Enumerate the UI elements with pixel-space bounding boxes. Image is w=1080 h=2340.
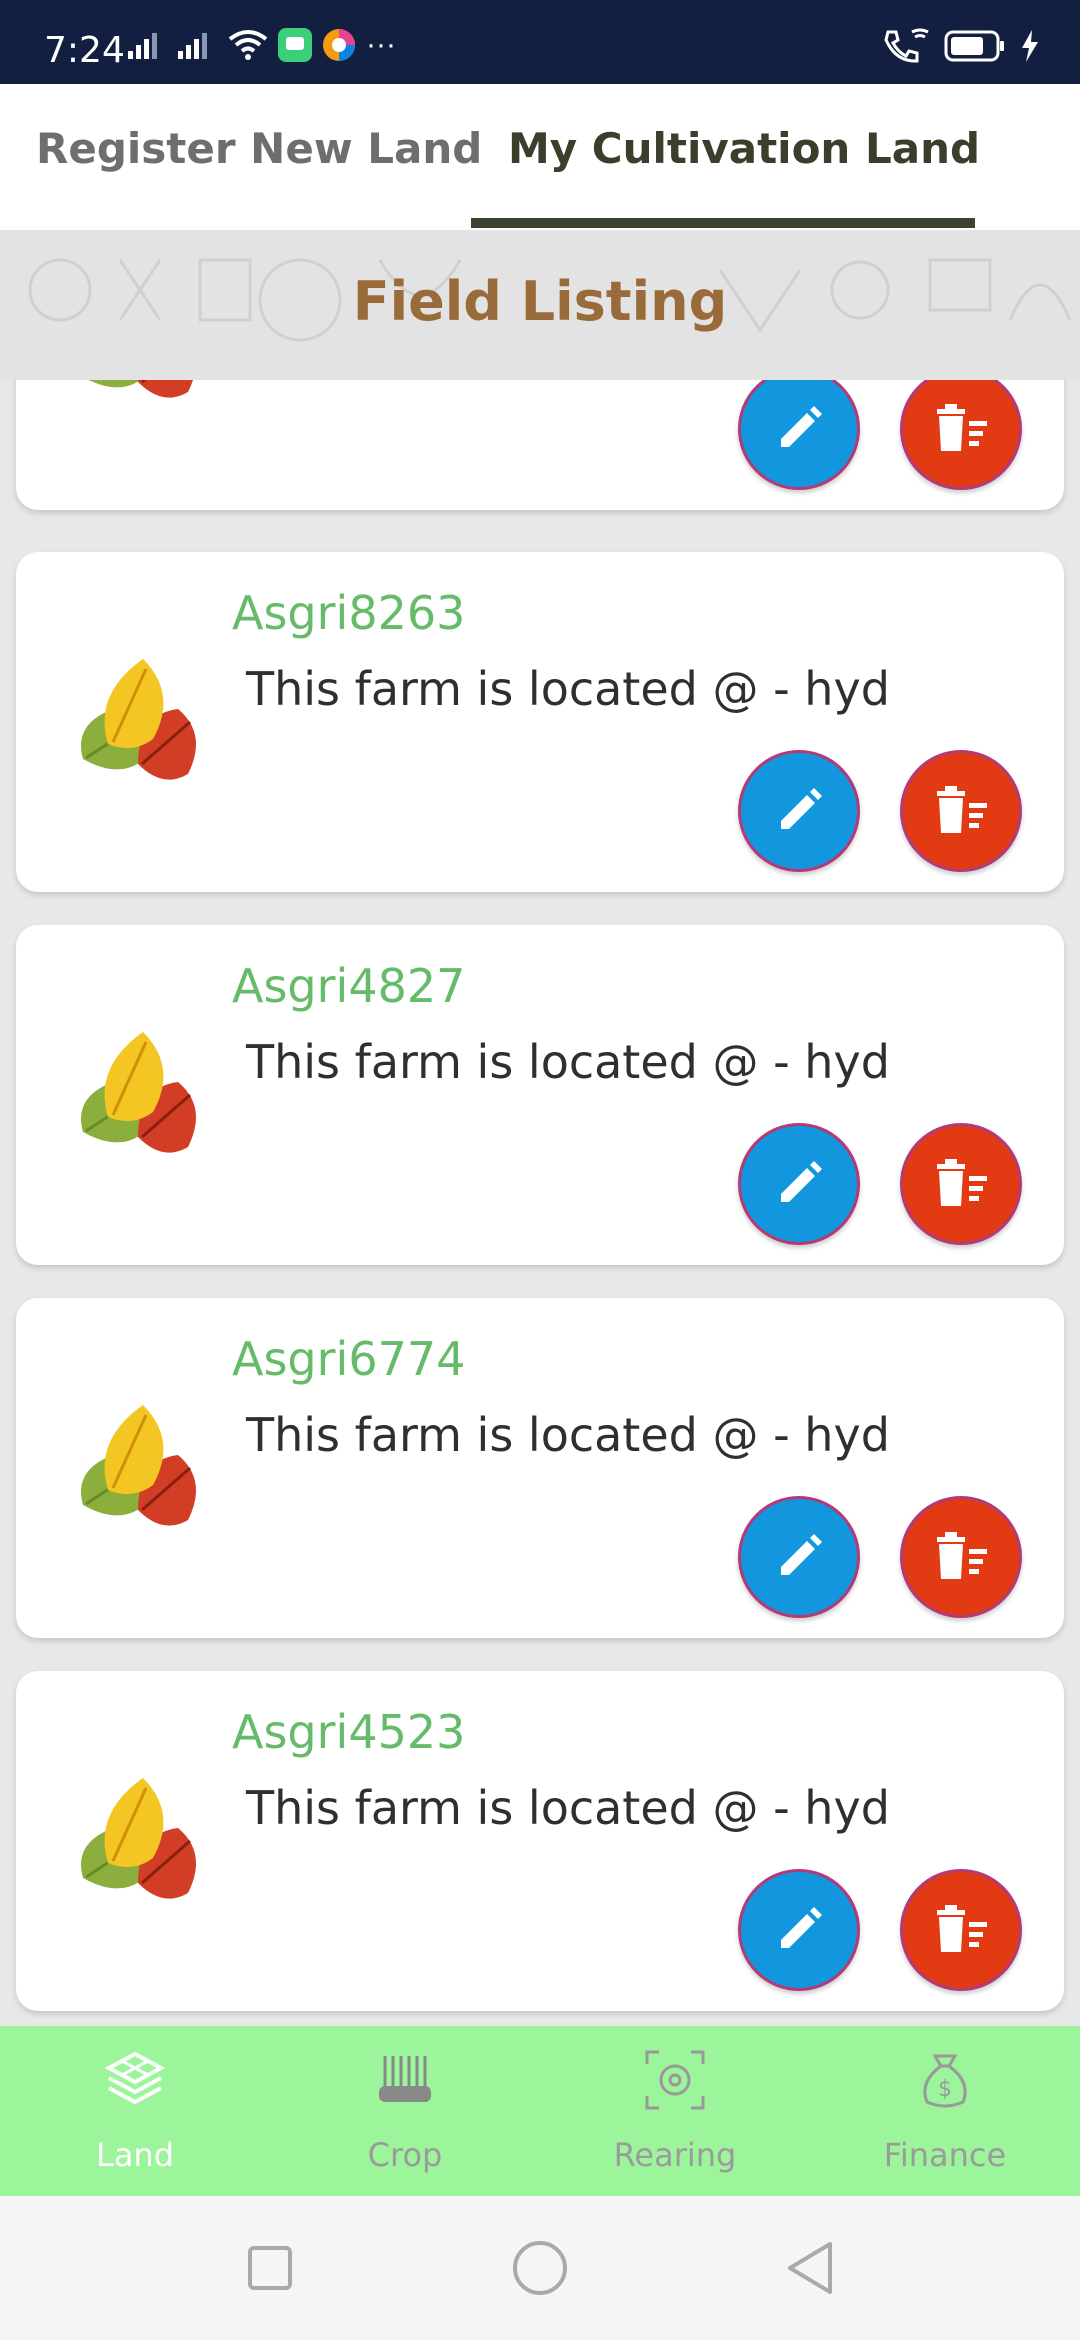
farm-card[interactable]: Asgri6774 This farm is located @ - hyd <box>16 1298 1064 1638</box>
delete-button[interactable] <box>900 1496 1022 1618</box>
farm-list[interactable]: Asgri8263 This farm is located @ - hyd A… <box>0 380 1080 2026</box>
svg-text:$: $ <box>938 2077 952 2102</box>
bottom-navigation: Land Crop Rearing $ Finance <box>0 2026 1080 2196</box>
trash-icon <box>937 1159 987 1206</box>
leaf-icon <box>81 659 196 780</box>
farm-name: Asgri6774 <box>232 1332 466 1386</box>
farm-name: Asgri4523 <box>232 1705 466 1759</box>
leaf-icon <box>81 1032 196 1153</box>
farm-name: Asgri8263 <box>232 586 466 640</box>
farm-location: This farm is located @ - hyd <box>246 662 890 716</box>
recent-apps-icon[interactable] <box>240 2238 300 2298</box>
charging-icon <box>1022 30 1038 62</box>
page-title: Field Listing <box>352 270 728 333</box>
browser-app-icon <box>323 29 355 61</box>
scan-icon <box>645 2050 705 2110</box>
nav-label: Crop <box>367 2136 443 2174</box>
status-bar: 7:24 ··· <box>0 0 1080 84</box>
trash-icon <box>937 1532 987 1579</box>
edit-button[interactable] <box>738 1123 860 1245</box>
farm-card[interactable]: Asgri4827 This farm is located @ - hyd <box>16 925 1064 1265</box>
farm-card[interactable]: Asgri8263 This farm is located @ - hyd <box>16 552 1064 892</box>
trash-icon <box>937 404 987 451</box>
tab-register-new-land[interactable]: Register New Land <box>36 124 482 173</box>
farm-card[interactable]: Asgri4523 This farm is located @ - hyd <box>16 1671 1064 2011</box>
field-listing-header: Field Listing <box>0 230 1080 380</box>
tab-my-cultivation-land[interactable]: My Cultivation Land <box>508 124 980 173</box>
edit-button[interactable] <box>738 1869 860 1991</box>
nav-label: Finance <box>883 2136 1007 2174</box>
nav-item-crop[interactable]: Crop <box>270 2026 540 2196</box>
back-icon[interactable] <box>780 2238 840 2298</box>
farm-card[interactable] <box>16 380 1064 510</box>
signal-icon <box>128 33 157 59</box>
crop-icon <box>379 2056 431 2102</box>
battery-icon <box>944 30 1004 62</box>
edit-button[interactable] <box>738 1496 860 1618</box>
nav-label: Land <box>95 2136 175 2174</box>
status-time: 7:24 <box>44 30 125 71</box>
signal-icon <box>178 33 207 59</box>
leaf-icon <box>81 1405 196 1526</box>
status-overflow: ··· <box>366 28 396 61</box>
tab-bar: Register New Land My Cultivation Land <box>0 84 1080 230</box>
pencil-icon <box>781 406 822 447</box>
nav-item-finance[interactable]: $ Finance <box>810 2026 1080 2196</box>
tab-active-indicator <box>471 218 975 228</box>
nav-item-land[interactable]: Land <box>0 2026 270 2196</box>
system-navigation-bar <box>0 2196 1080 2340</box>
pencil-icon <box>781 1907 822 1948</box>
delete-button[interactable] <box>900 1869 1022 1991</box>
edit-button[interactable] <box>738 750 860 872</box>
delete-button[interactable] <box>900 1123 1022 1245</box>
leaf-icon <box>88 380 193 398</box>
money-bag-icon: $ <box>923 2054 967 2108</box>
wifi-calling-icon <box>884 28 929 63</box>
nav-item-rearing[interactable]: Rearing <box>540 2026 810 2196</box>
pencil-icon <box>781 1534 822 1575</box>
pencil-icon <box>781 1161 822 1202</box>
nav-label: Rearing <box>613 2136 737 2174</box>
edit-button[interactable] <box>738 380 860 490</box>
pencil-icon <box>781 788 822 829</box>
farm-location: This farm is located @ - hyd <box>246 1781 890 1835</box>
wifi-icon <box>228 30 268 60</box>
layers-icon <box>104 2051 166 2105</box>
farm-location: This farm is located @ - hyd <box>246 1408 890 1462</box>
delete-button[interactable] <box>900 750 1022 872</box>
farm-name: Asgri4827 <box>232 959 466 1013</box>
delete-button[interactable] <box>900 380 1022 490</box>
chat-app-icon <box>278 28 312 62</box>
trash-icon <box>937 786 987 833</box>
trash-icon <box>937 1905 987 1952</box>
farm-location: This farm is located @ - hyd <box>246 1035 890 1089</box>
home-icon[interactable] <box>510 2238 570 2298</box>
leaf-icon <box>81 1778 196 1899</box>
